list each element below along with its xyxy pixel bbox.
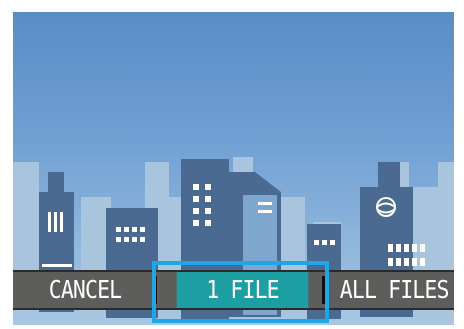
- all-files-menu-option[interactable]: ALL FILES: [340, 272, 454, 308]
- cancel-menu-option[interactable]: CANCEL: [30, 272, 140, 308]
- selection-focus-outline: [152, 261, 329, 323]
